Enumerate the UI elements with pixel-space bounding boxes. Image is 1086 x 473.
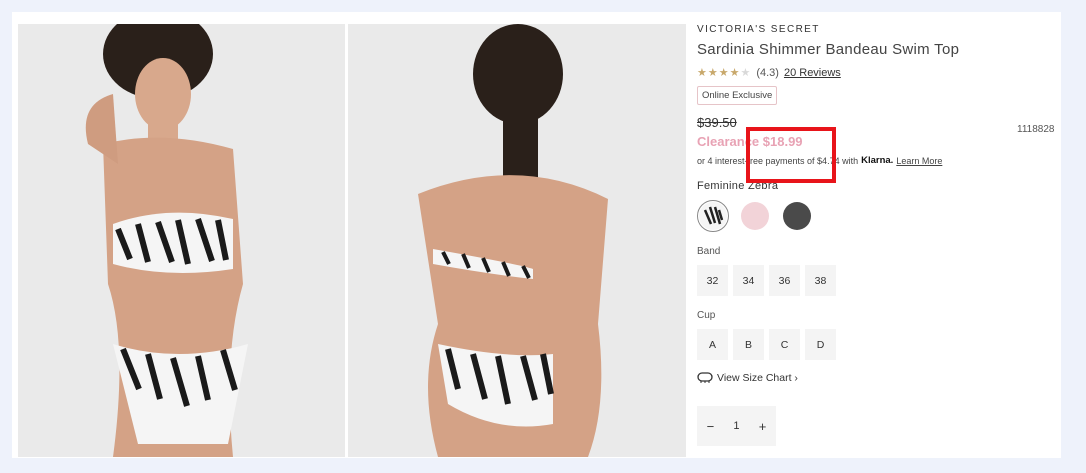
zebra-pattern-icon: [699, 202, 727, 230]
color-swatches: [697, 200, 1067, 232]
klarna-learn-more-link[interactable]: Learn More: [896, 156, 942, 166]
cup-label: Cup: [697, 310, 716, 321]
swatch-dark[interactable]: [781, 200, 813, 232]
qty-value: 1: [733, 420, 740, 432]
band-size-option[interactable]: 36: [769, 265, 800, 296]
cup-size-option[interactable]: C: [769, 329, 800, 360]
size-chart-label: View Size Chart ›: [717, 372, 798, 384]
reviews-link[interactable]: 20 Reviews: [784, 67, 841, 79]
band-label: Band: [697, 246, 721, 257]
quantity-stepper: − 1 +: [697, 406, 776, 446]
band-options: 32 34 36 38: [697, 265, 1067, 296]
product-image-back[interactable]: [348, 24, 686, 457]
swatch-pink[interactable]: [739, 200, 771, 232]
price-highlight-box: [746, 127, 836, 183]
measuring-tape-icon: [697, 372, 713, 383]
size-chart-link[interactable]: View Size Chart ›: [697, 372, 1067, 384]
rating-row: ★★★★★ (4.3) 20 Reviews: [697, 66, 1067, 80]
brand-name: VICTORIA'S SECRET: [697, 24, 820, 35]
qty-decrement-button[interactable]: −: [707, 419, 715, 434]
product-title: Sardinia Shimmer Bandeau Swim Top: [697, 41, 960, 58]
product-image-front[interactable]: [18, 24, 345, 457]
dark-swatch-dot: [783, 202, 811, 230]
band-size-option[interactable]: 32: [697, 265, 728, 296]
band-size-option[interactable]: 38: [805, 265, 836, 296]
product-info: VICTORIA'S SECRET Sardinia Shimmer Bande…: [697, 24, 1067, 446]
swatch-feminine-zebra[interactable]: [697, 200, 729, 232]
qty-increment-button[interactable]: +: [759, 419, 767, 434]
rating-value: (4.3): [756, 66, 779, 79]
cup-size-option[interactable]: D: [805, 329, 836, 360]
cup-size-option[interactable]: B: [733, 329, 764, 360]
klarna-logo: Klarna.: [861, 155, 894, 166]
cup-options: A B C D: [697, 329, 1067, 360]
band-size-option[interactable]: 34: [733, 265, 764, 296]
online-exclusive-badge: Online Exclusive: [697, 86, 778, 105]
star-rating-icon: ★★★★★: [697, 67, 752, 79]
pink-swatch-dot: [741, 202, 769, 230]
cup-size-option[interactable]: A: [697, 329, 728, 360]
product-sku: 1118828: [1017, 124, 1055, 135]
